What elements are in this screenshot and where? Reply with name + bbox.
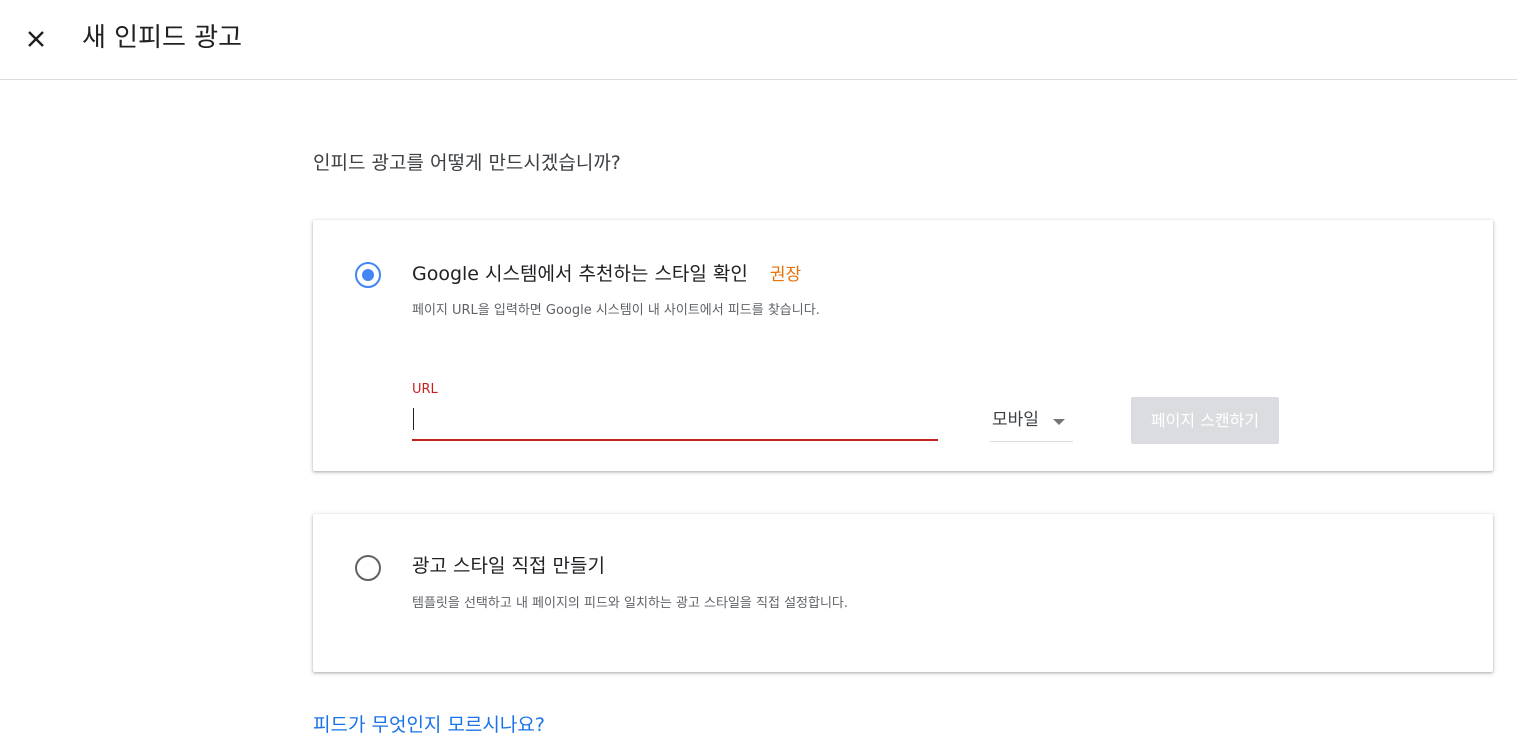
option-card-manual[interactable]: 광고 스타일 직접 만들기 템플릿을 선택하고 내 페이지의 피드와 일치하는 … bbox=[313, 514, 1493, 672]
option-card-recommended[interactable]: Google 시스템에서 추천하는 스타일 확인 권장 페이지 URL을 입력하면… bbox=[313, 220, 1493, 471]
radio-recommended[interactable] bbox=[355, 262, 381, 288]
help-link[interactable]: 피드가 무엇인지 모르시나요? bbox=[313, 712, 545, 738]
option-title-text: Google 시스템에서 추천하는 스타일 확인 bbox=[412, 263, 748, 285]
url-field-label: URL bbox=[412, 382, 438, 397]
device-select-value: 모바일 bbox=[992, 410, 1039, 430]
url-input[interactable] bbox=[412, 403, 938, 441]
recommended-badge: 권장 bbox=[769, 265, 802, 285]
text-cursor bbox=[413, 408, 414, 430]
top-bar: 새 인피드 광고 bbox=[0, 0, 1517, 80]
option-title-recommended: Google 시스템에서 추천하는 스타일 확인 권장 bbox=[412, 261, 801, 288]
radio-selected-dot bbox=[362, 269, 374, 281]
question-heading: 인피드 광고를 어떻게 만드시겠습니까? bbox=[313, 152, 621, 174]
radio-manual[interactable] bbox=[355, 555, 381, 581]
option-title-manual: 광고 스타일 직접 만들기 bbox=[412, 555, 605, 577]
dropdown-arrow-icon bbox=[1053, 419, 1065, 425]
option-description-recommended: 페이지 URL을 입력하면 Google 시스템이 내 사이트에서 피드를 찾습… bbox=[412, 303, 820, 318]
device-select[interactable]: 모바일 bbox=[990, 406, 1073, 442]
close-icon[interactable] bbox=[20, 22, 54, 56]
option-description-manual: 템플릿을 선택하고 내 페이지의 피드와 일치하는 광고 스타일을 직접 설정합… bbox=[412, 596, 849, 611]
page-title: 새 인피드 광고 bbox=[82, 23, 243, 53]
scan-page-button[interactable]: 페이지 스캔하기 bbox=[1131, 397, 1279, 444]
